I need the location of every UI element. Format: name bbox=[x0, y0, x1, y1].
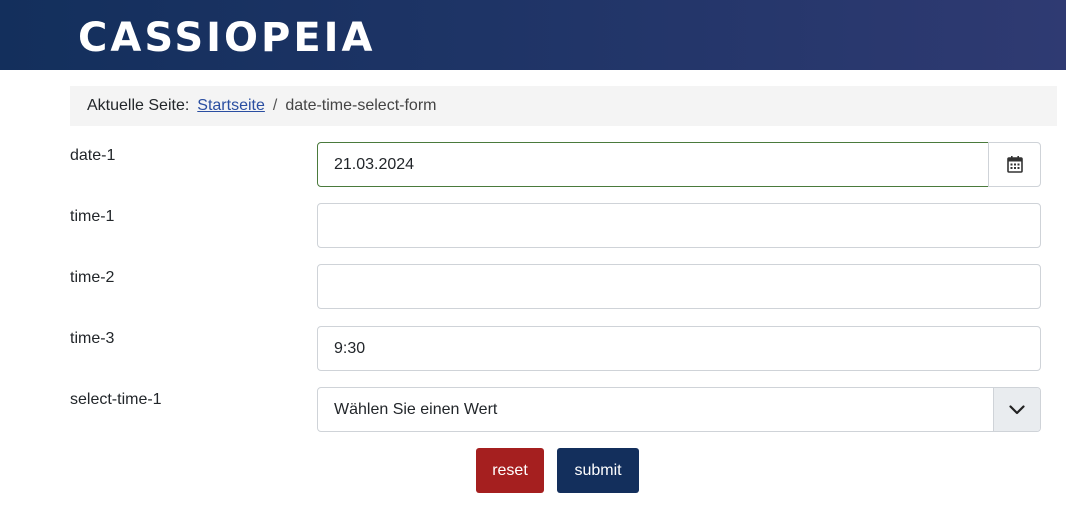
time-2-input[interactable] bbox=[317, 264, 1041, 309]
breadcrumb-current: date-time-select-form bbox=[285, 97, 437, 114]
select-time-1-label: select-time-1 bbox=[70, 391, 162, 408]
calendar-button[interactable] bbox=[988, 142, 1041, 187]
breadcrumb: Aktuelle Seite: Startseite / date-time-s… bbox=[70, 86, 1057, 126]
breadcrumb-prefix: Aktuelle Seite: bbox=[87, 97, 190, 114]
time-2-label: time-2 bbox=[70, 269, 115, 286]
brand-logo[interactable]: CASSIOPEIA bbox=[78, 16, 376, 60]
select-time-1-select[interactable]: Wählen Sie einen Wert bbox=[317, 387, 1041, 432]
site-header: CASSIOPEIA bbox=[0, 0, 1066, 70]
time-1-label: time-1 bbox=[70, 208, 115, 225]
submit-button[interactable]: submit bbox=[557, 448, 639, 493]
time-3-input[interactable]: 9:30 bbox=[317, 326, 1041, 371]
select-arrow[interactable] bbox=[993, 388, 1040, 431]
date-1-input[interactable]: 21.03.2024 bbox=[317, 142, 989, 187]
date-1-label: date-1 bbox=[70, 147, 116, 164]
breadcrumb-separator: / bbox=[272, 97, 278, 114]
select-time-1-value: Wählen Sie einen Wert bbox=[334, 400, 498, 418]
time-3-label: time-3 bbox=[70, 330, 115, 347]
calendar-icon bbox=[1006, 156, 1023, 173]
date-1-group: 21.03.2024 bbox=[317, 142, 1041, 187]
chevron-down-icon bbox=[1009, 404, 1025, 414]
breadcrumb-home-link[interactable]: Startseite bbox=[197, 97, 265, 115]
reset-button[interactable]: reset bbox=[476, 448, 544, 493]
time-1-input[interactable] bbox=[317, 203, 1041, 248]
